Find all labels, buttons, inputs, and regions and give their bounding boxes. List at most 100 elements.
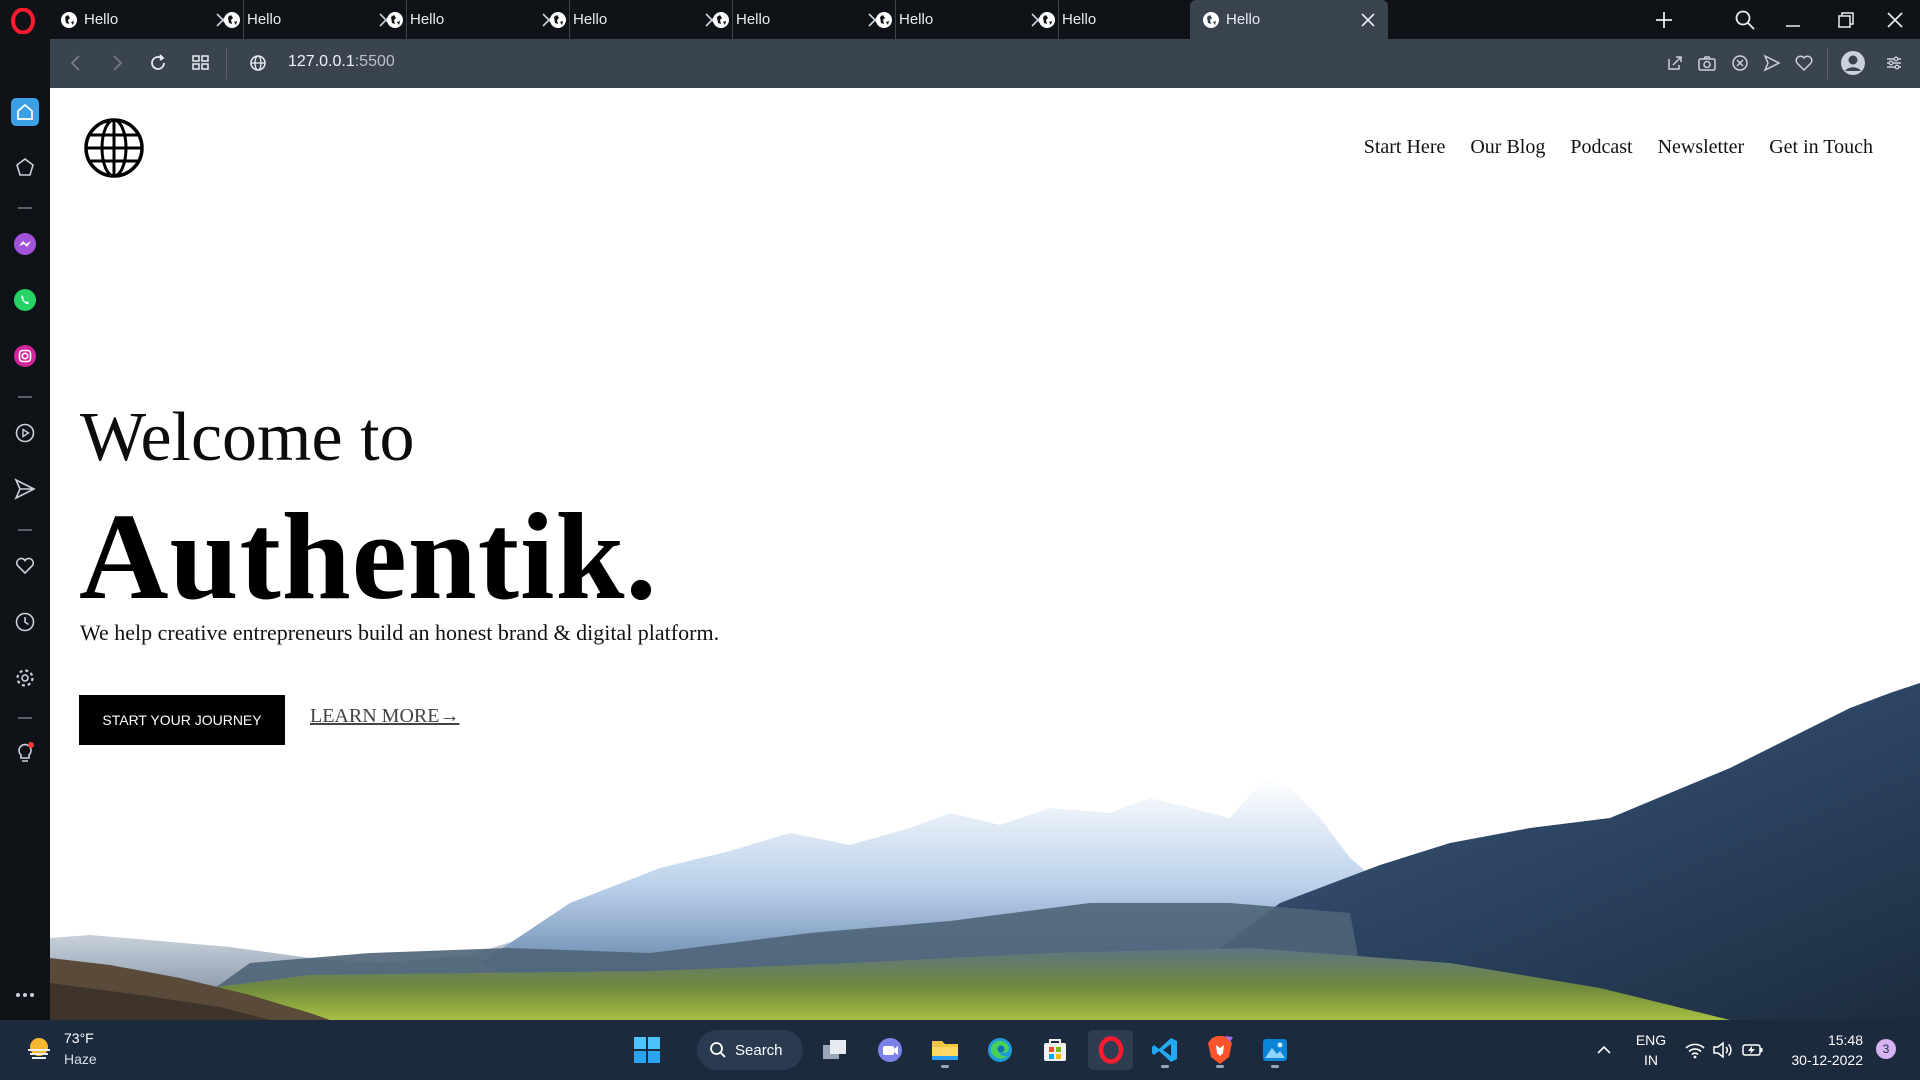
volume-icon[interactable] xyxy=(1711,1038,1735,1062)
bookmarks-icon[interactable] xyxy=(11,153,39,181)
clock-date: 30-12-2022 xyxy=(1791,1052,1863,1068)
forward-icon[interactable] xyxy=(105,51,129,75)
windows-taskbar: 73°F Haze Search ENG IN 15:48 30-12-2022… xyxy=(0,1020,1920,1080)
tab-title: Hello xyxy=(899,11,934,28)
microsoft-store-icon[interactable] xyxy=(1035,1030,1075,1070)
sidebar-divider xyxy=(18,396,32,398)
pinboard-icon[interactable] xyxy=(11,552,39,580)
sidebar-divider xyxy=(18,207,32,209)
reload-icon[interactable] xyxy=(146,51,170,75)
page-viewport: Start Here Our Blog Podcast Newsletter G… xyxy=(50,88,1920,1020)
settings-gear-icon[interactable] xyxy=(11,664,39,692)
edge-browser-icon[interactable] xyxy=(980,1030,1020,1070)
search-label: Search xyxy=(735,1041,783,1059)
tab-strip: Hello Hello Hello Hello Hello Hello Hell… xyxy=(0,0,1920,39)
url-field[interactable]: 127.0.0.1:5500 xyxy=(288,53,395,71)
haze-weather-icon[interactable] xyxy=(24,1034,54,1064)
tab-title: Hello xyxy=(573,11,608,28)
restore-icon[interactable] xyxy=(1834,8,1858,32)
toolbar-divider xyxy=(1827,48,1828,79)
weather-temperature[interactable]: 73°F xyxy=(64,1030,94,1046)
back-icon[interactable] xyxy=(64,51,88,75)
nav-podcast[interactable]: Podcast xyxy=(1570,136,1632,159)
opera-menu-icon[interactable] xyxy=(10,8,36,34)
share-icon[interactable] xyxy=(1663,51,1687,75)
tab-title: Hello xyxy=(410,11,445,28)
start-windows-icon[interactable] xyxy=(627,1030,667,1070)
globe-favicon-icon xyxy=(224,11,240,28)
url-port: :5500 xyxy=(354,53,395,70)
site-nav: Start Here Our Blog Podcast Newsletter G… xyxy=(1364,136,1873,159)
region-code: IN xyxy=(1644,1052,1658,1068)
mountain-landscape-image xyxy=(50,683,1920,1020)
flow-icon[interactable] xyxy=(11,475,39,503)
language-code: ENG xyxy=(1635,1032,1667,1048)
hero-tagline: We help creative entrepreneurs build an … xyxy=(80,620,720,645)
easy-setup-icon[interactable] xyxy=(1882,51,1906,75)
globe-favicon-icon xyxy=(876,11,892,28)
clock-time: 15:48 xyxy=(1827,1032,1863,1048)
battery-charging-icon[interactable] xyxy=(1741,1038,1765,1062)
hero-brand-title: Authentik. xyxy=(79,488,658,625)
close-tab-icon[interactable] xyxy=(1358,10,1378,30)
profile-avatar-icon[interactable] xyxy=(1840,50,1866,76)
wifi-icon[interactable] xyxy=(1683,1038,1707,1062)
tab-title: Hello xyxy=(1226,11,1261,28)
tab-title: Hello xyxy=(84,11,119,28)
task-view-icon[interactable] xyxy=(815,1030,855,1070)
adblocker-icon[interactable] xyxy=(1728,51,1752,75)
start-journey-button[interactable]: START YOUR JOURNEY xyxy=(79,695,285,745)
send-to-flow-icon[interactable] xyxy=(1760,51,1784,75)
sidebar-divider xyxy=(18,529,32,531)
opera-sidebar xyxy=(0,39,50,1020)
speed-dial-icon[interactable] xyxy=(189,51,213,75)
tab-8-active[interactable]: Hello xyxy=(1190,0,1388,39)
instagram-icon[interactable] xyxy=(11,342,39,370)
nav-newsletter[interactable]: Newsletter xyxy=(1658,136,1745,159)
sidebar-divider xyxy=(18,717,32,719)
snapshot-camera-icon[interactable] xyxy=(1695,51,1719,75)
hero-welcome-text: Welcome to xyxy=(80,399,415,476)
messenger-icon[interactable] xyxy=(11,230,39,258)
system-clock[interactable]: 15:48 30-12-2022 xyxy=(1775,1030,1863,1070)
search-icon xyxy=(710,1042,726,1058)
nav-start-here[interactable]: Start Here xyxy=(1364,136,1446,159)
site-info-globe-icon[interactable] xyxy=(246,51,270,75)
weather-condition[interactable]: Haze xyxy=(64,1051,97,1067)
whatsapp-icon[interactable] xyxy=(11,286,39,314)
language-indicator[interactable]: ENG IN xyxy=(1633,1030,1669,1070)
globe-favicon-icon xyxy=(550,11,566,28)
bookmark-heart-icon[interactable] xyxy=(1792,51,1816,75)
globe-logo-icon[interactable] xyxy=(83,117,145,179)
tips-lightbulb-icon[interactable] xyxy=(11,739,39,767)
address-bar: 127.0.0.1:5500 xyxy=(50,39,1920,88)
globe-favicon-icon xyxy=(713,11,729,28)
brave-browser-icon[interactable] xyxy=(1200,1030,1240,1070)
history-icon[interactable] xyxy=(11,608,39,636)
minimize-icon[interactable] xyxy=(1781,8,1805,32)
player-icon[interactable] xyxy=(11,419,39,447)
globe-favicon-icon xyxy=(1203,11,1219,28)
new-tab-icon[interactable] xyxy=(1652,8,1676,32)
teams-chat-icon[interactable] xyxy=(870,1030,910,1070)
opera-taskbar-icon[interactable] xyxy=(1088,1030,1133,1070)
nav-get-in-touch[interactable]: Get in Touch xyxy=(1769,136,1873,159)
nav-our-blog[interactable]: Our Blog xyxy=(1470,136,1545,159)
toolbar-divider xyxy=(226,48,227,79)
taskbar-search-button[interactable]: Search xyxy=(697,1030,803,1070)
show-hidden-icons-chevron-icon[interactable] xyxy=(1592,1038,1616,1062)
learn-more-link[interactable]: LEARN MORE→ xyxy=(310,705,459,728)
globe-favicon-icon xyxy=(387,11,403,28)
more-options-icon[interactable] xyxy=(11,981,39,1009)
search-tabs-icon[interactable] xyxy=(1733,8,1757,32)
file-explorer-icon[interactable] xyxy=(925,1030,965,1070)
photos-icon[interactable] xyxy=(1255,1030,1295,1070)
tab-title: Hello xyxy=(736,11,771,28)
close-window-icon[interactable] xyxy=(1883,8,1907,32)
home-icon[interactable] xyxy=(11,98,39,126)
url-host: 127.0.0.1 xyxy=(288,53,355,70)
tab-title: Hello xyxy=(247,11,282,28)
vscode-icon[interactable] xyxy=(1145,1030,1185,1070)
notification-count-badge[interactable]: 3 xyxy=(1876,1039,1896,1059)
tab-title: Hello xyxy=(1062,11,1097,28)
